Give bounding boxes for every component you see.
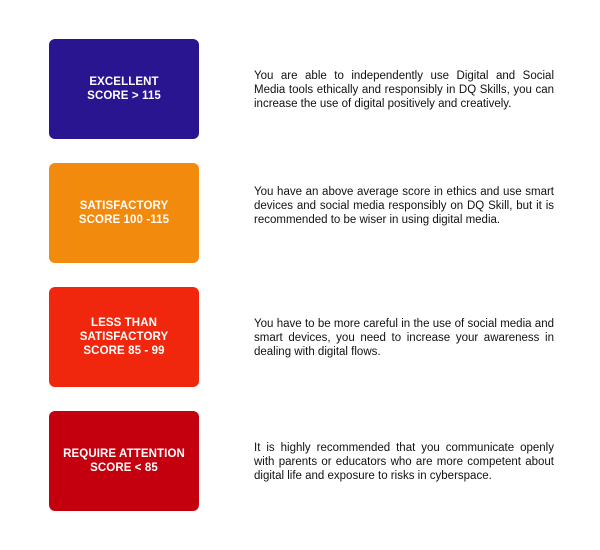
score-range: SCORE < 85 — [90, 462, 158, 474]
score-range: SCORE > 115 — [87, 90, 161, 102]
score-description-less-than-satisfactory: You have to be more careful in the use o… — [254, 318, 554, 358]
score-box-less-than-satisfactory: LESS THAN SATISFACTORY SCORE 85 - 99 — [49, 287, 199, 387]
score-description-require-attention: It is highly recommended that you commun… — [254, 442, 554, 482]
score-description-excellent: You are able to independently use Digita… — [254, 70, 554, 110]
score-range: SCORE 100 -115 — [78, 214, 170, 226]
score-label: REQUIRE ATTENTION — [63, 448, 185, 460]
score-description-satisfactory: You have an above average score in ethic… — [254, 186, 554, 226]
score-label: SATISFACTORY — [79, 331, 169, 343]
score-box-satisfactory: SATISFACTORY SCORE 100 -115 — [49, 163, 199, 263]
score-box-require-attention: REQUIRE ATTENTION SCORE < 85 — [49, 411, 199, 511]
score-label: SATISFACTORY — [79, 200, 169, 212]
score-label: LESS THAN — [90, 317, 158, 329]
score-range: SCORE 85 - 99 — [83, 345, 165, 357]
score-label: EXCELLENT — [89, 76, 159, 88]
score-box-excellent: EXCELLENT SCORE > 115 — [49, 39, 199, 139]
